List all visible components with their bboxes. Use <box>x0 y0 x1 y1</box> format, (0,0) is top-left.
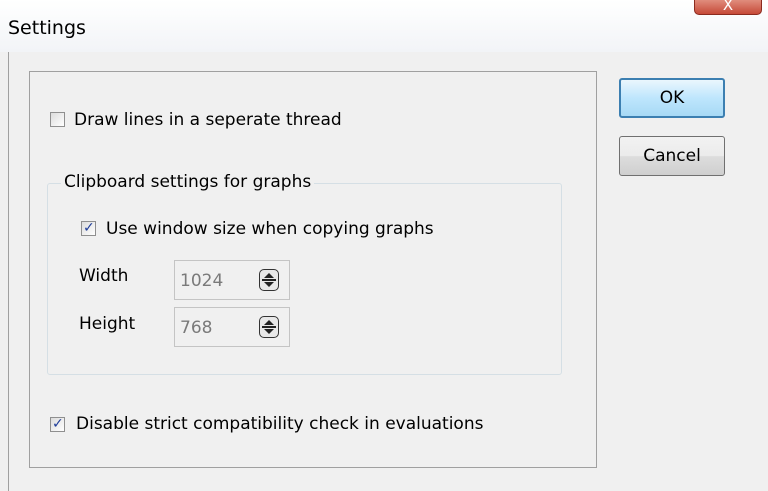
close-button[interactable]: X <box>694 0 762 15</box>
disable-strict-checkbox[interactable]: ✓ <box>50 416 65 432</box>
checkmark-icon: ✓ <box>83 220 95 236</box>
clipboard-group-title: Clipboard settings for graphs <box>61 172 315 192</box>
height-label: Height <box>79 314 136 334</box>
width-field[interactable]: 1024 <box>174 260 290 300</box>
draw-lines-label[interactable]: Draw lines in a seperate thread <box>74 110 342 130</box>
checkmark-icon: ✓ <box>52 416 64 432</box>
draw-lines-checkbox[interactable] <box>50 112 65 127</box>
height-value: 768 <box>180 318 213 338</box>
use-window-size-label[interactable]: Use window size when copying graphs <box>106 219 434 239</box>
title-bar: Settings X <box>0 0 768 52</box>
disable-strict-label[interactable]: Disable strict compatibility check in ev… <box>76 414 483 434</box>
height-spin-icon[interactable] <box>259 316 279 338</box>
window-title: Settings <box>8 17 86 39</box>
window-left-border <box>8 52 9 491</box>
settings-dialog: Settings X Draw lines in a seperate thre… <box>0 0 768 491</box>
width-label: Width <box>79 266 129 286</box>
use-window-size-checkbox[interactable]: ✓ <box>81 220 96 236</box>
height-field[interactable]: 768 <box>174 307 290 347</box>
width-spin-icon[interactable] <box>259 269 279 291</box>
ok-button[interactable]: OK <box>619 78 725 118</box>
width-value: 1024 <box>180 271 224 291</box>
cancel-button[interactable]: Cancel <box>619 136 725 176</box>
